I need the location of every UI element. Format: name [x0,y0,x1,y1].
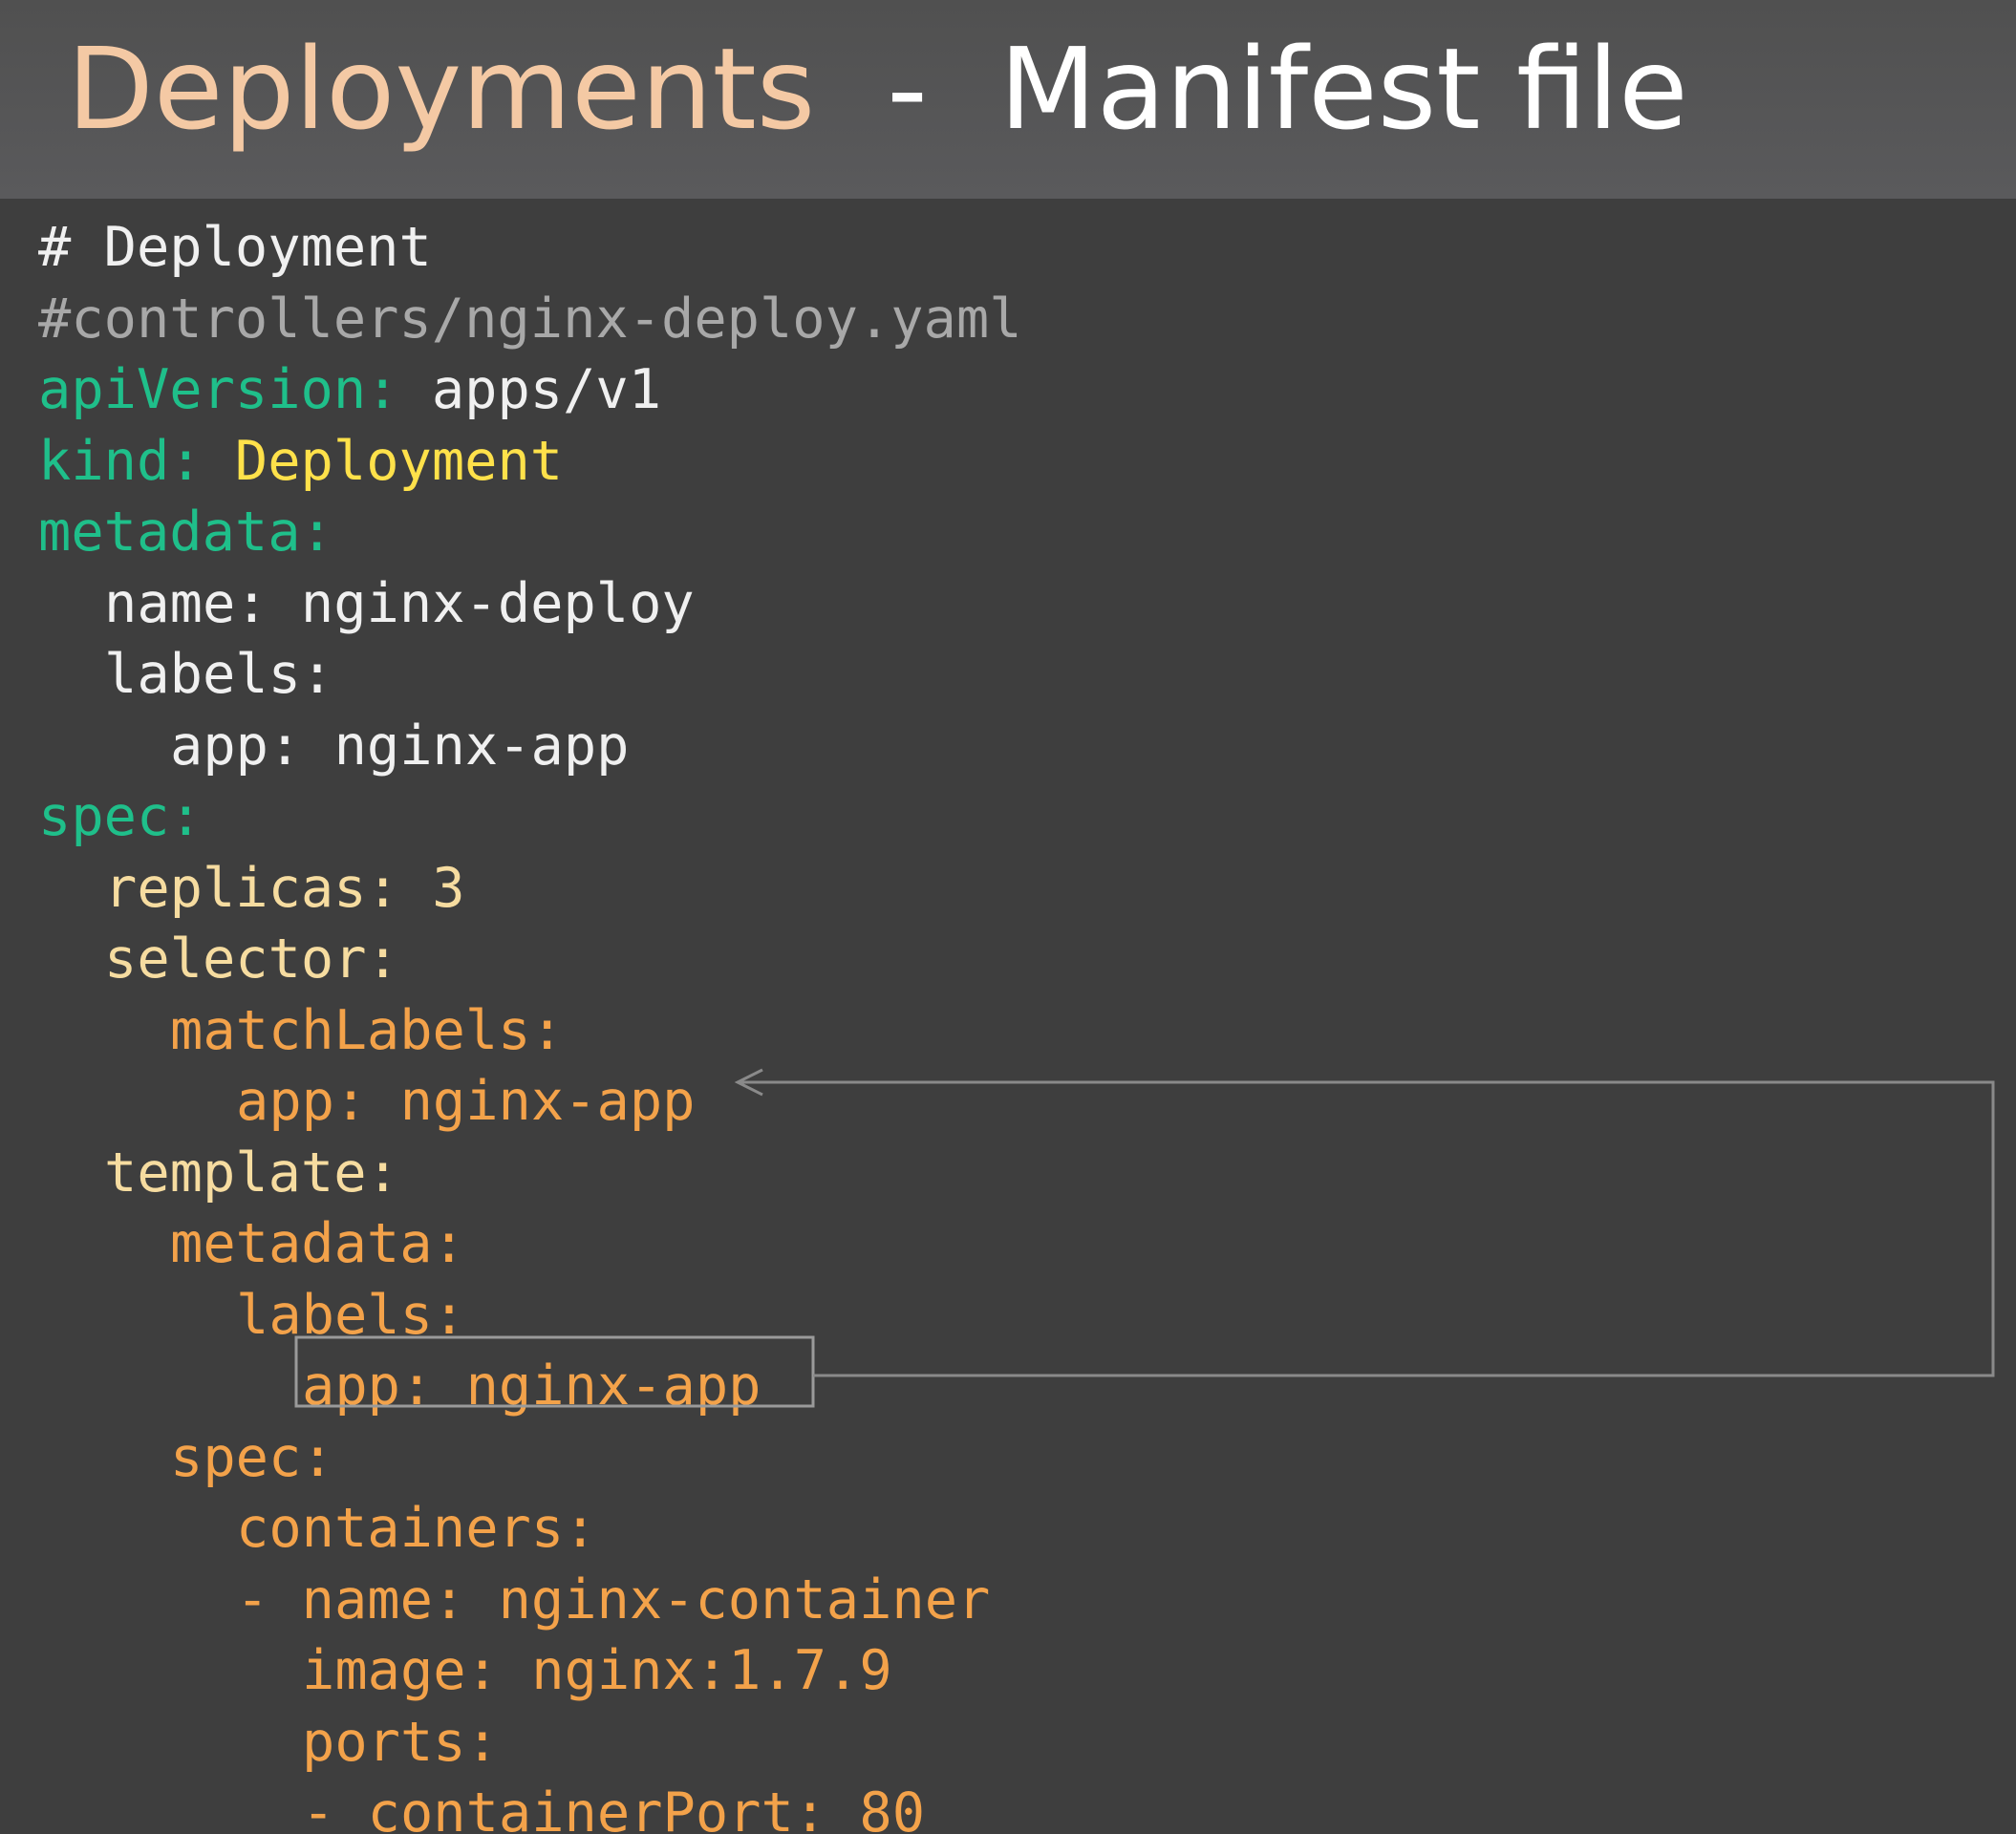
code-line-comment-heading: # Deployment [38,212,1987,284]
code-line-containers: containers: [38,1493,1987,1565]
match-labels-key: matchLabels: [170,998,564,1062]
code-line-template-app: app: nginx-app [38,1351,1987,1422]
template-labels-key: labels: [236,1283,466,1347]
container-name-value: nginx-container [498,1567,991,1631]
code-line-metadata: metadata: [38,497,1987,568]
code-line-selector: selector: [38,924,1987,995]
app-label-key: app: [170,714,302,778]
slide-header: Deployments - Manifest file [0,0,2016,199]
template-app-key: app: [302,1354,434,1418]
containers-key: containers: [236,1497,597,1560]
image-value: nginx:1.7.9 [531,1639,892,1702]
app-label-value: nginx-app [333,714,630,778]
metadata-key: metadata: [38,501,333,564]
container-dash: - [236,1567,269,1631]
yaml-code-block: # Deployment #controllers/nginx-deploy.y… [38,212,1987,1834]
code-line-match-labels: matchLabels: [38,995,1987,1067]
kind-value: Deployment [234,429,564,493]
kind-key: kind: [38,429,203,493]
template-key: template: [104,1141,399,1205]
slide: Deployments - Manifest file # Deployment… [0,0,2016,1834]
container-port-key: containerPort: [367,1781,827,1834]
name-key: name: [104,571,268,635]
port-dash: - [302,1781,335,1834]
code-line-labels: labels: [38,639,1987,711]
title-manifest-file: Manifest file [998,23,1688,155]
slide-title: Deployments - Manifest file [67,17,1688,160]
comment-heading: # Deployment [38,216,432,279]
code-line-kind: kind: Deployment [38,426,1987,498]
code-line-template: template: [38,1138,1987,1209]
name-value: nginx-deploy [300,571,695,635]
template-spec-key: spec: [170,1425,334,1489]
code-line-template-labels: labels: [38,1280,1987,1352]
template-app-value: nginx-app [465,1354,761,1418]
replicas-value: 3 [432,856,465,920]
ports-key: ports: [302,1710,499,1774]
api-version-value: apps/v1 [431,358,662,421]
replicas-key: replicas: [104,856,399,920]
match-app-key: app: [236,1070,368,1133]
image-key: image: [302,1639,499,1702]
api-version-key: apiVersion: [38,358,399,421]
code-line-image: image: nginx:1.7.9 [38,1635,1987,1707]
container-name-key: name: [301,1567,466,1631]
code-line-template-spec: spec: [38,1422,1987,1494]
selector-key: selector: [104,928,399,991]
code-line-container-port: - containerPort: 80 [38,1778,1987,1834]
comment-path: #controllers/nginx-deploy.yaml [38,287,1022,351]
code-line-template-metadata: metadata: [38,1208,1987,1280]
container-port-value: 80 [859,1781,926,1834]
code-line-match-app: app: nginx-app [38,1066,1987,1138]
code-line-comment-path: #controllers/nginx-deploy.yaml [38,284,1987,355]
code-line-replicas: replicas: 3 [38,853,1987,925]
spec-key: spec: [38,785,203,848]
code-line-spec: spec: [38,781,1987,853]
labels-key: labels: [104,643,334,706]
code-line-api-version: apiVersion: apps/v1 [38,354,1987,426]
code-line-container-name: - name: nginx-container [38,1565,1987,1636]
template-metadata-key: metadata: [170,1212,465,1275]
title-deployments: Deployments [67,23,816,155]
code-line-name: name: nginx-deploy [38,568,1987,640]
match-app-value: nginx-app [399,1070,696,1133]
code-line-app-label: app: nginx-app [38,711,1987,782]
code-line-ports: ports: [38,1707,1987,1779]
title-separator: - [887,23,928,155]
